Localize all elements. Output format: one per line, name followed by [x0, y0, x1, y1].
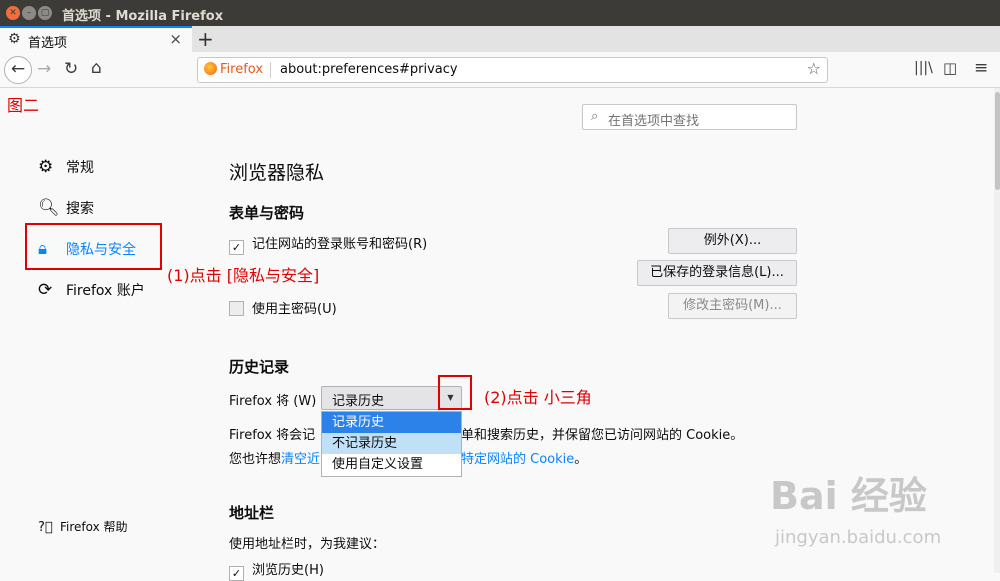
identity-box[interactable]: Firefox	[204, 62, 263, 77]
might-want-text: 您也许想清空近	[229, 448, 320, 467]
watermark-logo: Bai 经验	[770, 474, 927, 518]
menu-icon[interactable]: ≡	[974, 58, 988, 78]
saved-logins-button[interactable]: 已保存的登录信息(L)...	[637, 260, 797, 286]
clear-history-link[interactable]: 清空近	[281, 452, 320, 467]
window-minimize-button[interactable]: –	[22, 6, 36, 20]
history-mode-value: 记录历史	[332, 394, 385, 409]
sidebar-toggle-icon[interactable]: ◫	[943, 59, 957, 77]
new-tab-button[interactable]: +	[197, 27, 214, 51]
history-mode-label: Firefox 将 (W)	[229, 394, 317, 409]
annotation-box-privacy	[25, 223, 162, 270]
master-password-checkbox[interactable]	[229, 301, 244, 316]
identity-label: Firefox	[220, 62, 264, 77]
url-bar[interactable]: Firefox about:preferences#privacy ☆	[197, 57, 828, 83]
sidebar-item-general[interactable]: ⚙ 常规	[38, 157, 94, 181]
search-icon: ⌕	[591, 109, 599, 124]
addressbar-desc: 使用地址栏时，为我建议：	[229, 537, 386, 552]
figure-label: 图二	[7, 96, 40, 115]
tab-label: 首选项	[28, 36, 68, 51]
addressbar-heading: 地址栏	[229, 504, 275, 522]
history-desc-start: Firefox 将会记	[229, 428, 316, 443]
history-heading: 历史记录	[229, 358, 290, 376]
help-label: Firefox 帮助	[60, 520, 128, 534]
browsing-history-checkbox[interactable]: ✓	[229, 566, 244, 581]
dropdown-option[interactable]: 使用自定义设置	[322, 454, 461, 475]
exceptions-button[interactable]: 例外(X)...	[668, 228, 797, 254]
sidebar-item-search[interactable]: 🔍︎ 搜索	[38, 198, 94, 222]
tab-preferences[interactable]: ⚙ 首选项 ×	[0, 26, 192, 52]
sidebar-item-sync[interactable]: ⟳ Firefox 账户	[38, 280, 145, 304]
cookie-link-row: 特定网站的 Cookie。	[461, 448, 587, 467]
master-password-label: 使用主密码(U)	[252, 302, 337, 317]
window-title: 首选项 - Mozilla Firefox	[62, 9, 224, 24]
remember-logins-checkbox[interactable]: ✓	[229, 240, 244, 255]
sidebar-help[interactable]: ?⃝ Firefox 帮助	[38, 518, 128, 542]
url-separator	[270, 62, 271, 78]
scrollbar-thumb[interactable]	[995, 92, 1000, 190]
search-placeholder: 在首选项中查找	[608, 114, 700, 129]
tab-strip: ⚙ 首选项 × +	[0, 26, 1000, 52]
window-close-button[interactable]: ✕	[6, 6, 20, 20]
history-desc-end: 单和搜索历史，并保留您已访问网站的 Cookie。	[461, 428, 744, 443]
search-icon: 🔍︎	[38, 198, 60, 218]
page-title: 浏览器隐私	[229, 162, 325, 184]
gear-icon: ⚙	[8, 31, 21, 47]
firefox-logo-icon	[204, 62, 217, 75]
remember-logins-row[interactable]: ✓ 记住网站的登录账号和密码(R)	[229, 233, 427, 255]
annotation-box-arrow	[438, 375, 472, 410]
library-icon[interactable]: |||\	[914, 60, 933, 76]
period-text: 。	[574, 452, 588, 467]
browsing-history-row[interactable]: ✓ 浏览历史(H)	[229, 559, 324, 581]
browsing-history-label: 浏览历史(H)	[252, 563, 324, 578]
bookmark-star-icon[interactable]: ☆	[807, 59, 821, 78]
window-maximize-button[interactable]: ▢	[38, 6, 52, 20]
sidebar-item-label: Firefox 账户	[66, 283, 145, 299]
remember-logins-label: 记住网站的登录账号和密码(R)	[252, 237, 428, 252]
preferences-search[interactable]: ⌕ 在首选项中查找	[582, 104, 797, 130]
annotation-step2: (2)点击 小三角	[484, 388, 592, 407]
home-button[interactable]: ⌂	[91, 58, 102, 78]
navigation-toolbar: ← → ↻ ⌂ Firefox about:preferences#privac…	[0, 52, 1000, 88]
sync-icon: ⟳	[38, 280, 53, 300]
history-mode-dropdown[interactable]: 记录历史 不记录历史 使用自定义设置	[321, 411, 462, 477]
url-input[interactable]: about:preferences#privacy	[280, 62, 458, 77]
reload-button[interactable]: ↻	[64, 59, 78, 79]
master-password-row[interactable]: 使用主密码(U)	[229, 298, 337, 317]
sidebar-item-label: 搜索	[66, 201, 94, 217]
forward-button[interactable]: →	[37, 59, 51, 79]
watermark-url: jingyan.baidu.com	[775, 527, 942, 548]
tab-close-button[interactable]: ×	[169, 30, 182, 48]
annotation-step1: (1)点击 [隐私与安全]	[167, 266, 320, 285]
forms-heading: 表单与密码	[229, 204, 305, 222]
sidebar-item-label: 常规	[66, 160, 94, 176]
back-button[interactable]: ←	[4, 56, 32, 84]
dropdown-option[interactable]: 记录历史	[322, 412, 461, 433]
window-titlebar: ✕ – ▢ 首选项 - Mozilla Firefox	[0, 0, 1000, 26]
might-want-label: 您也许想	[229, 452, 282, 467]
help-icon: ?⃝	[38, 520, 53, 535]
change-master-password-button[interactable]: 修改主密码(M)...	[668, 293, 797, 319]
remove-cookies-link[interactable]: 特定网站的 Cookie	[461, 452, 574, 467]
dropdown-option[interactable]: 不记录历史	[322, 433, 461, 454]
gear-icon: ⚙	[38, 157, 54, 177]
